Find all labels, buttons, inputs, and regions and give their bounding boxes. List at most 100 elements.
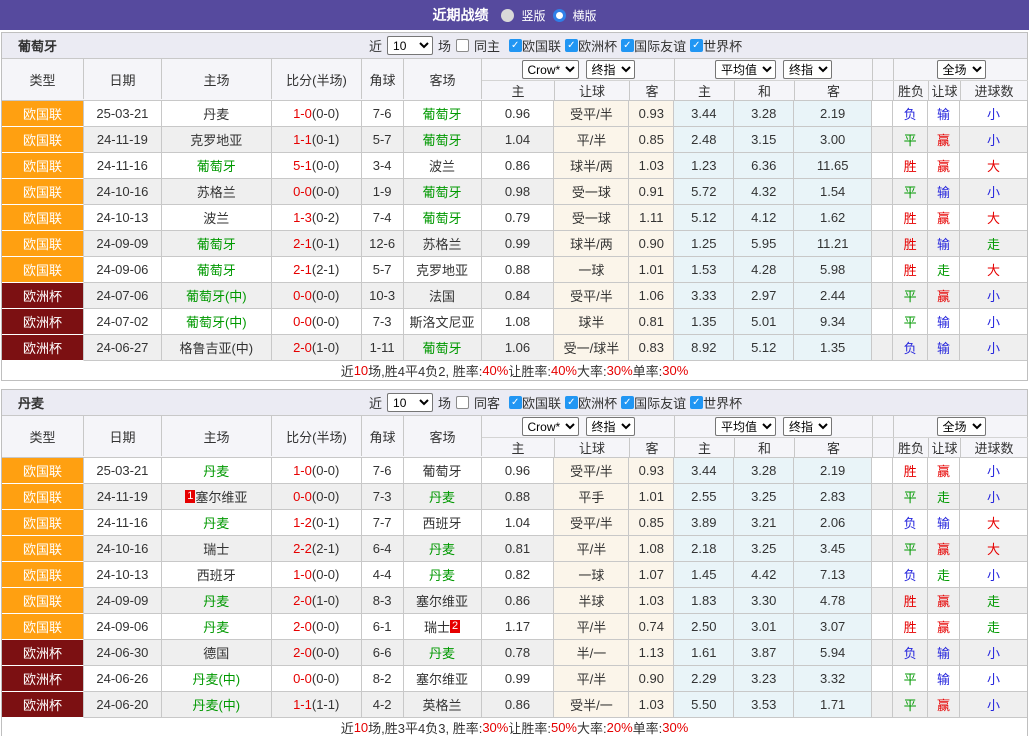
average-odds-final-select[interactable]: 终指 bbox=[783, 60, 832, 79]
result-wdl: 负 bbox=[893, 510, 928, 536]
spacer-cell bbox=[872, 562, 893, 588]
result-goals: 大 bbox=[960, 510, 1027, 536]
table-row: 欧国联 24-11-16 葡萄牙 5-1(0-0) 3-4 波兰 0.86 球半… bbox=[2, 153, 1027, 179]
result-goals: 小 bbox=[960, 309, 1027, 335]
result-wdl: 胜 bbox=[893, 153, 928, 179]
column-subheader: 和 bbox=[735, 438, 795, 457]
home-team: 丹麦 bbox=[162, 510, 272, 536]
result-goals: 小 bbox=[960, 335, 1027, 361]
column-subheader: 客 bbox=[795, 438, 873, 457]
corners: 7-3 bbox=[362, 309, 404, 335]
home-odds-company-select[interactable]: Crow* bbox=[522, 60, 579, 79]
match-date: 24-10-16 bbox=[84, 536, 162, 562]
avg-home-odds: 2.50 bbox=[674, 614, 734, 640]
match-date: 24-11-19 bbox=[84, 127, 162, 153]
avg-draw-odds: 3.25 bbox=[734, 536, 794, 562]
recent-count-select[interactable]: 10 bbox=[387, 36, 433, 55]
corners: 7-4 bbox=[362, 205, 404, 231]
competition-checkbox[interactable] bbox=[565, 39, 578, 52]
competition-checkbox[interactable] bbox=[621, 396, 634, 409]
away-team: 西班牙 bbox=[404, 510, 482, 536]
column-subheader: 让球 bbox=[555, 81, 630, 100]
column-subheader: 胜负 bbox=[894, 438, 929, 457]
result-goals: 小 bbox=[960, 640, 1027, 666]
corners: 5-7 bbox=[362, 257, 404, 283]
horizontal-layout-label: 横版 bbox=[573, 7, 597, 24]
result-wdl: 平 bbox=[893, 309, 928, 335]
result-wdl: 平 bbox=[893, 666, 928, 692]
result-wdl: 平 bbox=[893, 484, 928, 510]
corners: 1-11 bbox=[362, 335, 404, 361]
average-odds-select[interactable]: 平均值 bbox=[715, 417, 776, 436]
table-header: 类型日期主场比分(半场)角球客场 Crow* 终指 平均值 终指 全场 bbox=[2, 59, 1027, 101]
score: 2-0(0-0) bbox=[272, 614, 362, 640]
table-row: 欧国联 24-10-16 瑞士 2-2(2-1) 6-4 丹麦 0.81 平/半… bbox=[2, 536, 1027, 562]
horizontal-layout-radio[interactable] bbox=[553, 9, 566, 22]
home-odds-final-select[interactable]: 终指 bbox=[586, 417, 635, 436]
scope-select[interactable]: 全场 bbox=[937, 417, 986, 436]
away-odds: 1.03 bbox=[629, 153, 674, 179]
home-odds-company-select[interactable]: Crow* bbox=[522, 417, 579, 436]
column-subheader: 主 bbox=[675, 438, 735, 457]
match-date: 24-11-16 bbox=[84, 510, 162, 536]
column-subheader: 主 bbox=[482, 81, 555, 100]
competition-checkbox[interactable] bbox=[565, 396, 578, 409]
avg-draw-odds: 4.28 bbox=[734, 257, 794, 283]
result-wdl: 负 bbox=[893, 335, 928, 361]
vertical-layout-radio[interactable] bbox=[501, 9, 514, 22]
result-wdl: 胜 bbox=[893, 257, 928, 283]
summary-text: 20% bbox=[607, 720, 633, 735]
average-odds-select[interactable]: 平均值 bbox=[715, 60, 776, 79]
column-header: 角球 bbox=[362, 59, 404, 99]
result-goals: 走 bbox=[960, 614, 1027, 640]
competition-type-badge: 欧国联 bbox=[2, 458, 84, 484]
table-row: 欧国联 24-11-16 丹麦 1-2(0-1) 7-7 西班牙 1.04 受平… bbox=[2, 510, 1027, 536]
spacer-cell bbox=[872, 283, 893, 309]
score: 1-1(1-1) bbox=[272, 692, 362, 718]
home-odds: 0.86 bbox=[482, 588, 555, 614]
competition-checkbox[interactable] bbox=[509, 396, 522, 409]
home-odds-final-select[interactable]: 终指 bbox=[586, 60, 635, 79]
avg-away-odds: 4.78 bbox=[794, 588, 872, 614]
same-venue-label: 同客 bbox=[474, 393, 500, 412]
avg-away-odds: 5.94 bbox=[794, 640, 872, 666]
competition-checkbox[interactable] bbox=[690, 39, 703, 52]
result-handicap: 输 bbox=[928, 666, 960, 692]
away-team: 丹麦 bbox=[404, 484, 482, 510]
vertical-layout-label: 竖版 bbox=[521, 7, 545, 24]
avg-away-odds: 2.06 bbox=[794, 510, 872, 536]
scope-select[interactable]: 全场 bbox=[937, 60, 986, 79]
same-venue-checkbox[interactable] bbox=[456, 39, 469, 52]
competition-checkbox[interactable] bbox=[690, 396, 703, 409]
result-goals: 小 bbox=[960, 666, 1027, 692]
competition-checkbox[interactable] bbox=[509, 39, 522, 52]
result-handicap: 赢 bbox=[928, 692, 960, 718]
avg-draw-odds: 2.97 bbox=[734, 283, 794, 309]
away-team: 波兰 bbox=[404, 153, 482, 179]
home-team: 丹麦(中) bbox=[162, 692, 272, 718]
corners: 6-4 bbox=[362, 536, 404, 562]
table-row: 欧洲杯 24-06-26 丹麦(中) 0-0(0-0) 8-2 塞尔维亚 0.9… bbox=[2, 666, 1027, 692]
table-row: 欧国联 24-11-19 克罗地亚 1-1(0-1) 5-7 葡萄牙 1.04 … bbox=[2, 127, 1027, 153]
titlebar: 近期战绩 竖版 横版 bbox=[0, 0, 1029, 30]
away-team: 法国 bbox=[404, 283, 482, 309]
avg-home-odds: 3.44 bbox=[674, 101, 734, 127]
away-odds: 1.01 bbox=[629, 484, 674, 510]
away-odds: 0.93 bbox=[629, 101, 674, 127]
home-odds: 1.04 bbox=[482, 510, 555, 536]
average-odds-final-select[interactable]: 终指 bbox=[783, 417, 832, 436]
avg-home-odds: 1.45 bbox=[674, 562, 734, 588]
table-row: 欧国联 24-09-06 丹麦 2-0(0-0) 6-1 瑞士2 1.17 平/… bbox=[2, 614, 1027, 640]
home-odds: 0.81 bbox=[482, 536, 555, 562]
same-venue-checkbox[interactable] bbox=[456, 396, 469, 409]
result-handicap: 输 bbox=[928, 101, 960, 127]
competition-type-badge: 欧洲杯 bbox=[2, 309, 84, 335]
home-team: 丹麦 bbox=[162, 458, 272, 484]
summary-row: 近10场,胜4平4负2, 胜率:40% 让胜率:40% 大率:30% 单率:30… bbox=[2, 361, 1027, 380]
competition-type-badge: 欧国联 bbox=[2, 231, 84, 257]
competition-checkbox[interactable] bbox=[621, 39, 634, 52]
recent-count-select[interactable]: 10 bbox=[387, 393, 433, 412]
match-date: 25-03-21 bbox=[84, 458, 162, 484]
column-subheader: 客 bbox=[630, 438, 675, 457]
away-odds: 0.90 bbox=[629, 231, 674, 257]
